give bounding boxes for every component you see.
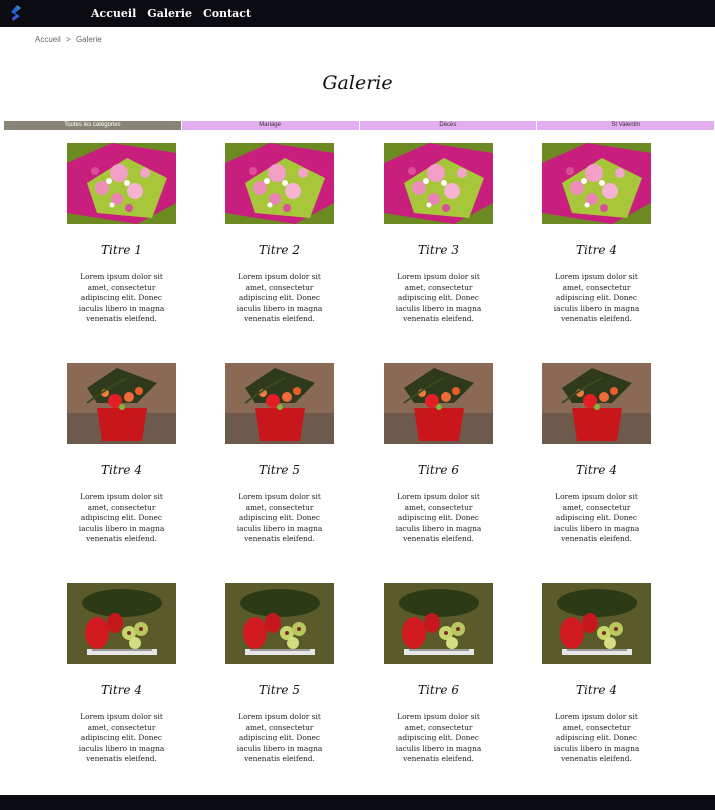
breadcrumb: Accueil > Galerie [35, 35, 102, 44]
gallery-card: Titre 4 Lorem ipsum dolor sit amet, conse… [522, 143, 672, 325]
card-description: Lorem ipsum dolor sit amet, consectetur … [236, 712, 323, 764]
gallery-card: Titre 3 Lorem ipsum dolor sit amet, conse… [364, 143, 514, 325]
gallery-card: Titre 4 Lorem ipsum dolor sit amet, conse… [522, 583, 672, 765]
card-title: Titre 4 [576, 683, 617, 697]
page-title: Galerie [322, 72, 393, 94]
breadcrumb-home-link[interactable]: Accueil [35, 35, 61, 44]
card-title: Titre 4 [101, 463, 142, 477]
card-description: Lorem ipsum dolor sit amet, consectetur … [78, 272, 165, 324]
top-navigation-bar: Accueil Galerie Contact [0, 0, 715, 27]
card-description: Lorem ipsum dolor sit amet, consectetur … [78, 712, 165, 764]
gallery-image[interactable] [225, 583, 334, 664]
card-description: Lorem ipsum dolor sit amet, consectetur … [553, 712, 640, 764]
gallery-image[interactable] [384, 363, 493, 444]
filter-mariage[interactable]: Mariage [180, 121, 359, 130]
card-title: Titre 2 [259, 243, 300, 257]
gallery-card: Titre 4 Lorem ipsum dolor sit amet, conse… [47, 363, 197, 545]
card-title: Titre 4 [576, 243, 617, 257]
gallery-image[interactable] [542, 363, 651, 444]
gallery-card: Titre 4 Lorem ipsum dolor sit amet, conse… [522, 363, 672, 545]
card-description: Lorem ipsum dolor sit amet, consectetur … [78, 492, 165, 544]
gallery-card: Titre 1 Lorem ipsum dolor sit amet, conse… [47, 143, 197, 325]
nav-link-galerie[interactable]: Galerie [147, 7, 192, 20]
gallery-image[interactable] [384, 583, 493, 664]
card-title: Titre 4 [101, 683, 142, 697]
card-title: Titre 5 [259, 463, 300, 477]
gallery-image[interactable] [225, 363, 334, 444]
card-title: Titre 4 [576, 463, 617, 477]
main-nav: Accueil Galerie Contact [91, 0, 251, 27]
gallery-card: Titre 5 Lorem ipsum dolor sit amet, conse… [205, 583, 355, 765]
card-description: Lorem ipsum dolor sit amet, consectetur … [553, 492, 640, 544]
gallery-image[interactable] [384, 143, 493, 224]
category-filter-bar: Toutes les catégories Mariage Décès St V… [4, 121, 714, 130]
gallery-image[interactable] [542, 143, 651, 224]
breadcrumb-current: Galerie [75, 35, 102, 44]
card-title: Titre 1 [101, 243, 142, 257]
gallery-card: Titre 4 Lorem ipsum dolor sit amet, conse… [47, 583, 197, 765]
gallery-image[interactable] [67, 583, 176, 664]
gallery-card: Titre 5 Lorem ipsum dolor sit amet, conse… [205, 363, 355, 545]
gallery-image[interactable] [67, 363, 176, 444]
gallery-image[interactable] [542, 583, 651, 664]
card-description: Lorem ipsum dolor sit amet, consectetur … [553, 272, 640, 324]
card-title: Titre 3 [418, 243, 459, 257]
filter-st-valentin[interactable]: St Valentin [536, 121, 714, 130]
card-description: Lorem ipsum dolor sit amet, consectetur … [236, 272, 323, 324]
card-title: Titre 6 [418, 463, 459, 477]
nav-link-accueil[interactable]: Accueil [91, 7, 136, 20]
gallery-image[interactable] [225, 143, 334, 224]
logo-icon[interactable] [9, 4, 23, 22]
gallery-card: Titre 6 Lorem ipsum dolor sit amet, conse… [364, 583, 514, 765]
nav-link-contact[interactable]: Contact [203, 7, 251, 20]
footer-bar [0, 795, 715, 810]
filter-all-categories[interactable]: Toutes les catégories [4, 121, 181, 130]
breadcrumb-separator: > [66, 35, 71, 44]
filter-deces[interactable]: Décès [358, 121, 537, 130]
card-title: Titre 5 [259, 683, 300, 697]
gallery-image[interactable] [67, 143, 176, 224]
card-description: Lorem ipsum dolor sit amet, consectetur … [236, 492, 323, 544]
card-description: Lorem ipsum dolor sit amet, consectetur … [395, 492, 482, 544]
card-description: Lorem ipsum dolor sit amet, consectetur … [395, 272, 482, 324]
card-title: Titre 6 [418, 683, 459, 697]
gallery-card: Titre 2 Lorem ipsum dolor sit amet, conse… [205, 143, 355, 325]
gallery-card: Titre 6 Lorem ipsum dolor sit amet, conse… [364, 363, 514, 545]
card-description: Lorem ipsum dolor sit amet, consectetur … [395, 712, 482, 764]
